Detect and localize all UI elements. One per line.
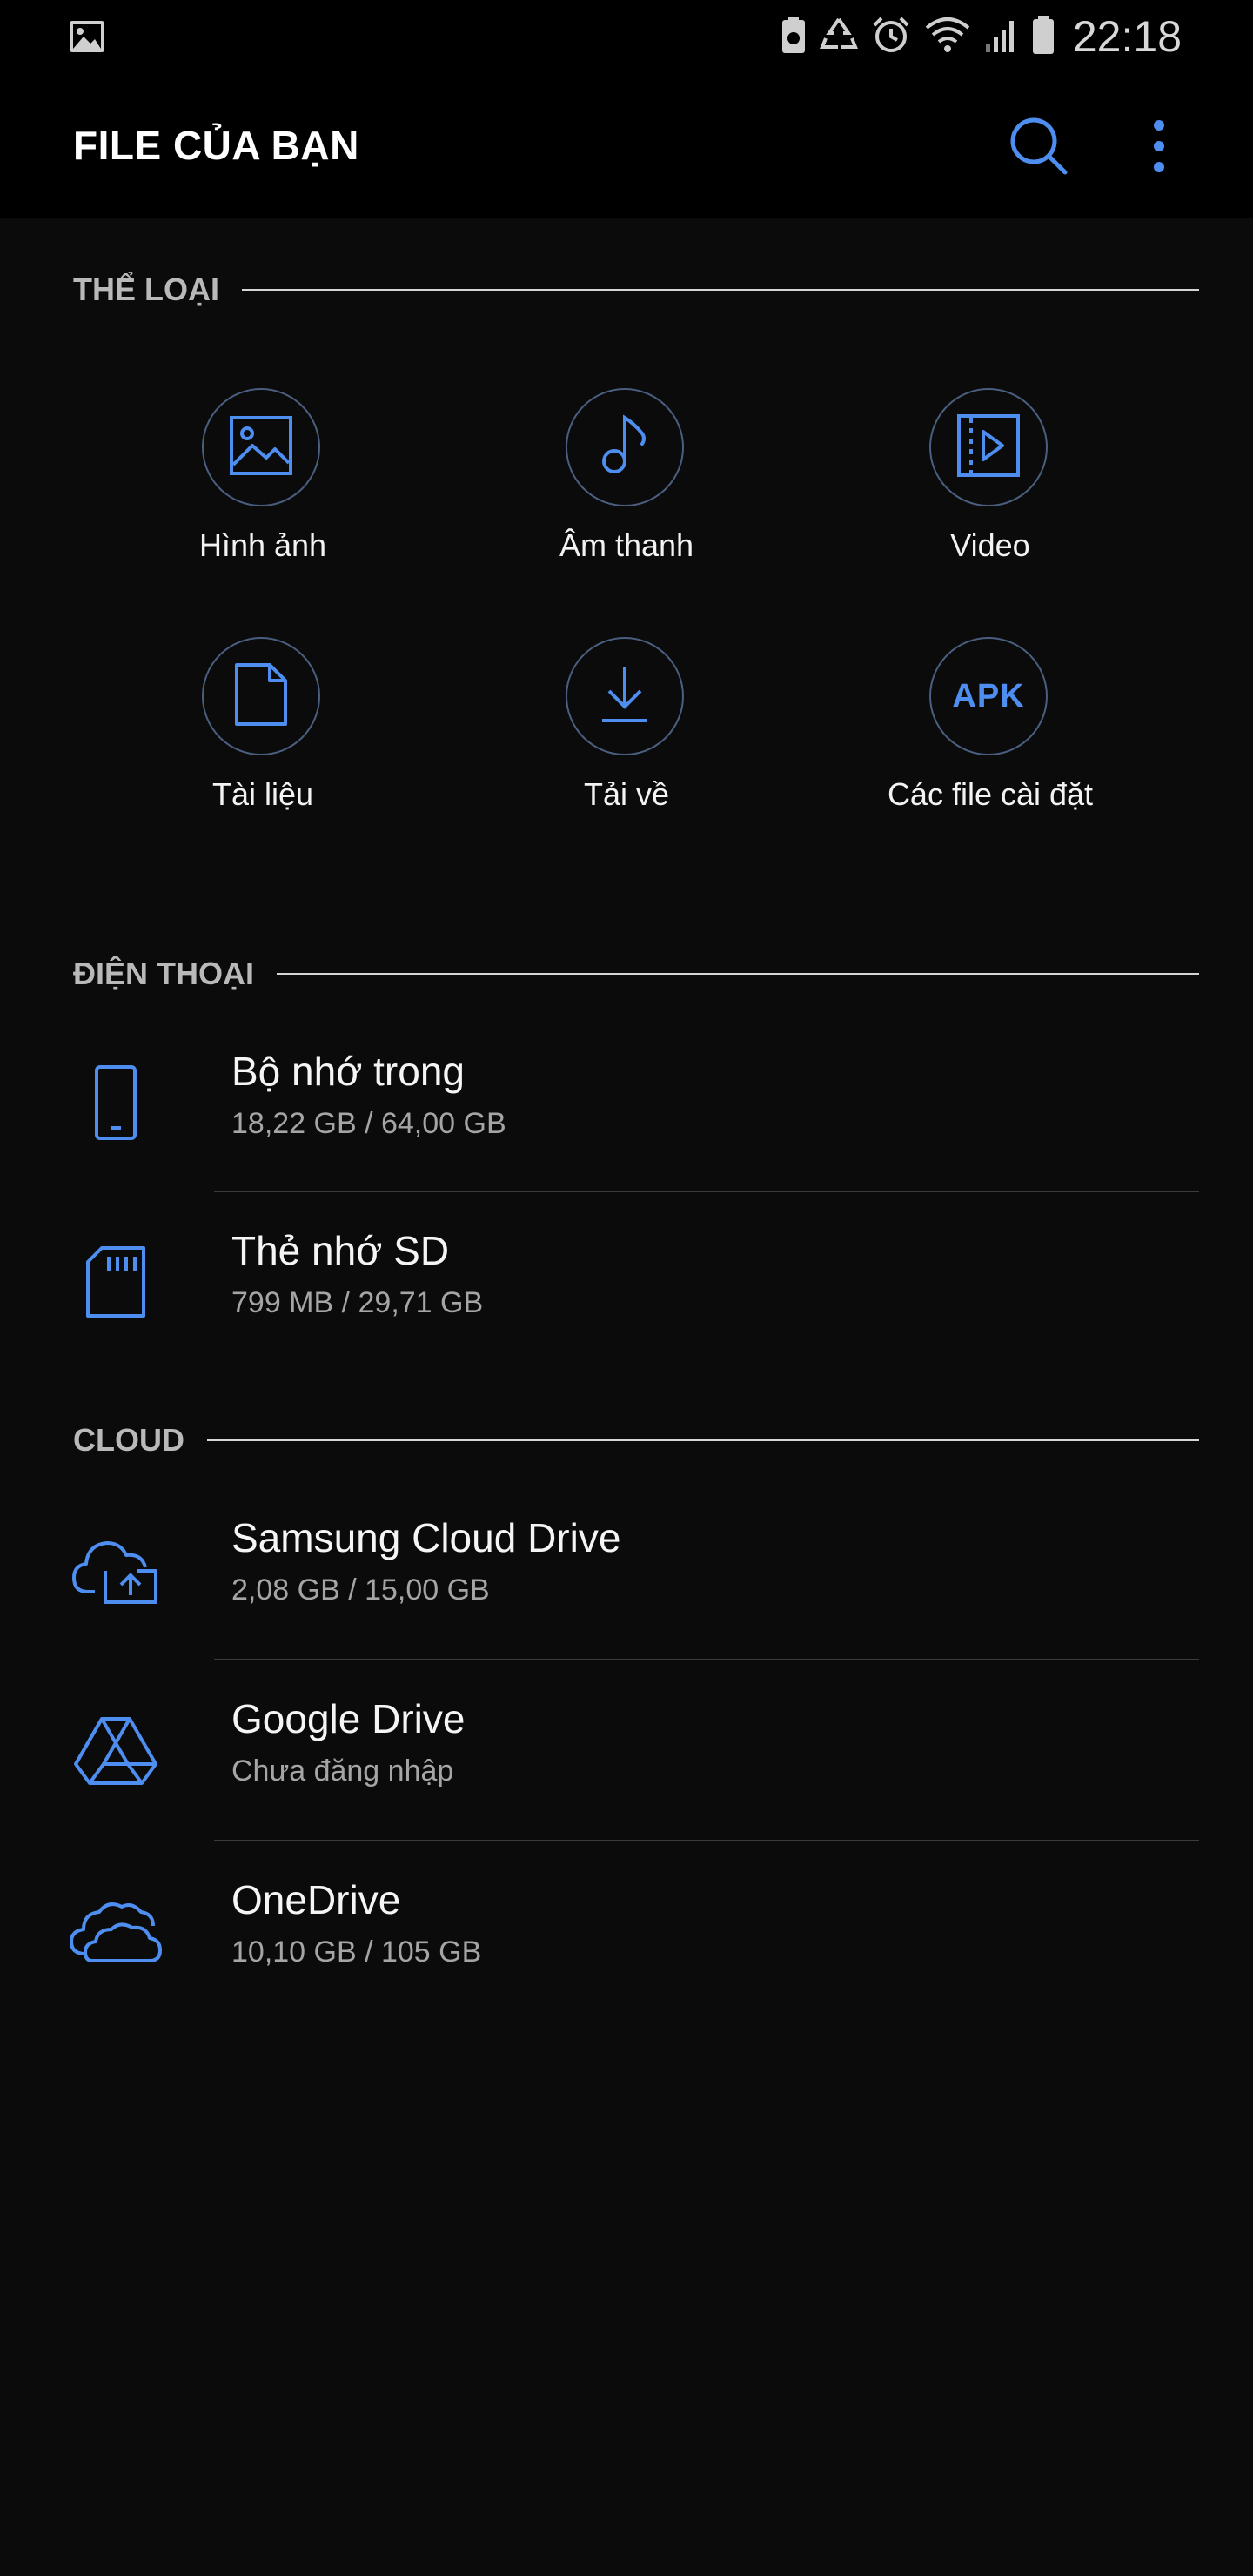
category-label: Tải về: [583, 776, 670, 812]
music-note-icon: [592, 413, 658, 483]
section-header-phone: ĐIỆN THOẠI: [73, 952, 1199, 996]
category-video[interactable]: Video: [807, 388, 1173, 606]
phone-icon: [61, 1055, 171, 1150]
alarm-icon: [871, 15, 911, 59]
category-label: Tài liệu: [211, 776, 314, 812]
section-divider: [242, 289, 1199, 291]
section-header-cloud: CLOUD: [73, 1419, 1199, 1462]
list-item-subtitle: 10,10 GB / 105 GB: [231, 1935, 482, 1969]
category-label: Âm thanh: [559, 527, 694, 563]
section-title: CLOUD: [73, 1422, 184, 1458]
section-title: ĐIỆN THOẠI: [73, 956, 255, 991]
list-item-subtitle: Chưa đăng nhập: [231, 1754, 454, 1788]
gallery-icon: [68, 19, 106, 58]
status-icons: 22:18: [781, 10, 1182, 63]
category-icon-circle: [566, 388, 684, 506]
document-icon: [228, 661, 294, 732]
list-item-title: Thẻ nhớ SD: [231, 1228, 450, 1273]
category-label: Hình ảnh: [198, 527, 327, 563]
apk-icon: APK: [952, 677, 1025, 714]
onedrive-icon: [61, 1883, 171, 1979]
section-divider: [207, 1439, 1199, 1441]
list-item-subtitle: 2,08 GB / 15,00 GB: [231, 1573, 490, 1607]
status-time: 22:18: [1072, 12, 1182, 61]
category-label: Các file cài đặt: [887, 776, 1094, 812]
section-header-categories: THỂ LOẠI: [73, 268, 1199, 312]
download-icon: [592, 661, 658, 732]
battery-icon: [1031, 15, 1055, 59]
status-bar: 22:18: [0, 0, 1253, 73]
category-icon-circle: [202, 637, 320, 755]
list-item-title: OneDrive: [231, 1877, 401, 1922]
list-item-samsung-cloud[interactable]: Samsung Cloud Drive 2,08 GB / 15,00 GB: [0, 1479, 1253, 1659]
list-item-title: Samsung Cloud Drive: [231, 1515, 621, 1560]
list-item-subtitle: 799 MB / 29,71 GB: [231, 1286, 484, 1319]
category-icon-circle: [202, 388, 320, 506]
category-audio[interactable]: Âm thanh: [444, 388, 809, 606]
section-divider: [277, 973, 1199, 975]
app-bar: FILE CỦA BẠN: [0, 73, 1253, 218]
signal-icon: [984, 16, 1019, 58]
list-item-sd-card[interactable]: Thẻ nhớ SD 799 MB / 29,71 GB: [0, 1192, 1253, 1372]
recycle-icon: [819, 16, 859, 58]
category-documents[interactable]: Tài liệu: [80, 637, 446, 855]
list-item-internal-storage[interactable]: Bộ nhớ trong 18,22 GB / 64,00 GB: [0, 1013, 1253, 1192]
image-icon: [228, 413, 294, 483]
category-icon-circle: APK: [929, 637, 1048, 755]
list-item-subtitle: 18,22 GB / 64,00 GB: [231, 1107, 506, 1140]
samsung-cloud-icon: [61, 1521, 171, 1617]
video-icon: [955, 413, 1022, 483]
category-icon-circle: [929, 388, 1048, 506]
category-icon-circle: [566, 637, 684, 755]
google-drive-icon: [61, 1702, 171, 1798]
more-vertical-icon[interactable]: [1138, 113, 1180, 179]
page-title: FILE CỦA BẠN: [73, 123, 359, 168]
list-item-google-drive[interactable]: Google Drive Chưa đăng nhập: [0, 1660, 1253, 1840]
sd-card-icon: [61, 1234, 171, 1330]
list-item-title: Bộ nhớ trong: [231, 1049, 466, 1094]
category-images[interactable]: Hình ảnh: [80, 388, 446, 606]
search-icon[interactable]: [1006, 113, 1072, 179]
list-item-onedrive[interactable]: OneDrive 10,10 GB / 105 GB: [0, 1841, 1253, 2021]
battery-saver-icon: [781, 16, 807, 58]
category-downloads[interactable]: Tải về: [444, 637, 809, 855]
list-item-title: Google Drive: [231, 1696, 466, 1741]
wifi-icon: [923, 16, 972, 58]
section-title: THỂ LOẠI: [73, 272, 219, 307]
category-apk[interactable]: APK Các file cài đặt: [807, 637, 1173, 855]
category-label: Video: [950, 527, 1030, 563]
